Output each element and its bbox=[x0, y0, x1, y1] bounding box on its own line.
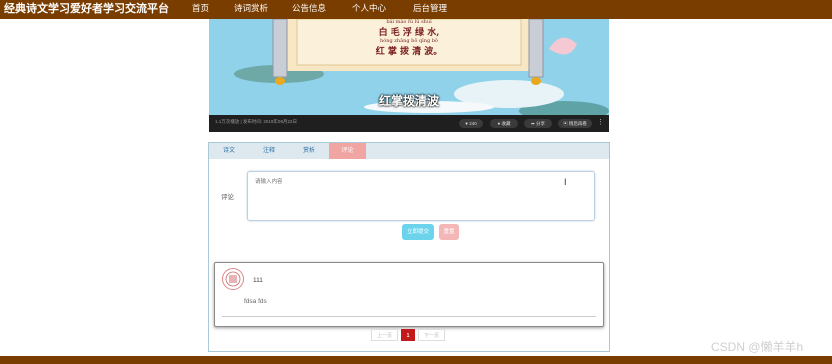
avatar bbox=[222, 268, 244, 290]
csdn-watermark: CSDN @懒羊羊h bbox=[711, 340, 804, 354]
text-cursor-icon: I bbox=[564, 177, 567, 187]
comment-text: fdsa fds bbox=[244, 298, 267, 305]
pagination: 上一页 1 下一页 bbox=[209, 329, 609, 341]
share-label: 分享 bbox=[536, 121, 546, 126]
tab-poem-text[interactable]: 诗文 bbox=[209, 143, 249, 159]
nav-admin[interactable]: 后台管理 bbox=[413, 0, 447, 19]
tab-appreciation[interactable]: 赏析 bbox=[289, 143, 329, 159]
comment-input[interactable] bbox=[248, 172, 594, 220]
comment-username: 111 bbox=[253, 277, 263, 284]
comment-item: 111 fdsa fds bbox=[214, 262, 604, 327]
tab-comments[interactable]: 评论 bbox=[329, 143, 366, 159]
like-count: 240 bbox=[469, 121, 477, 126]
poem-line-1: 白 毛 浮 绿 水, bbox=[378, 28, 440, 38]
comment-divider bbox=[222, 316, 596, 317]
comment-input-wrapper bbox=[247, 171, 595, 221]
watch-later-label: 稍后再看 bbox=[568, 121, 587, 126]
favorite-label: 收藏 bbox=[501, 121, 511, 126]
tab-annotation[interactable]: 注释 bbox=[249, 143, 289, 159]
share-button[interactable]: ➦ 分享 bbox=[524, 119, 552, 128]
reset-button[interactable]: 重置 bbox=[439, 224, 459, 240]
nav-personal-center[interactable]: 个人中心 bbox=[352, 0, 386, 19]
comment-label: 评论 bbox=[221, 194, 234, 201]
video-info: 1.1万次播放 | 发布时间: 2019年08月22日 bbox=[215, 119, 297, 124]
nav-home[interactable]: 首页 bbox=[192, 0, 209, 19]
video-subtitle: 红掌拨清波 bbox=[378, 94, 439, 108]
video-control-bar: 1.1万次播放 | 发布时间: 2019年08月22日 ♥ 240 ● 收藏 ➦… bbox=[209, 115, 609, 132]
like-button[interactable]: ♥ 240 bbox=[459, 119, 483, 128]
avatar-seal-icon bbox=[225, 271, 241, 287]
more-options-icon[interactable]: ⋮ bbox=[597, 118, 604, 126]
poem-line-2: 红 掌 拨 清 波。 bbox=[375, 47, 443, 57]
favorite-button[interactable]: ● 收藏 bbox=[490, 119, 518, 128]
page-1-button[interactable]: 1 bbox=[401, 329, 415, 341]
content-panel: 诗文 注释 赏析 评论 评论 I 立即提交 重置 111 fdsa fds 上一… bbox=[208, 142, 610, 352]
site-title: 经典诗文学习爱好者学习交流平台 bbox=[0, 0, 174, 19]
prev-page-button[interactable]: 上一页 bbox=[371, 329, 398, 341]
next-page-button[interactable]: 下一页 bbox=[418, 329, 445, 341]
watch-later-button[interactable]: ▣ 稍后再看 bbox=[558, 119, 592, 128]
video-player[interactable]: bái máo fú lǜ shuǐ 白 毛 浮 绿 水, hóng zhǎng… bbox=[209, 19, 609, 132]
nav-announcements[interactable]: 公告信息 bbox=[292, 0, 326, 19]
nav-poem-appreciation[interactable]: 诗词赏析 bbox=[234, 0, 268, 19]
tab-bar: 诗文 注释 赏析 评论 bbox=[209, 143, 609, 159]
submit-button[interactable]: 立即提交 bbox=[402, 224, 434, 240]
footer-bar bbox=[0, 356, 832, 364]
